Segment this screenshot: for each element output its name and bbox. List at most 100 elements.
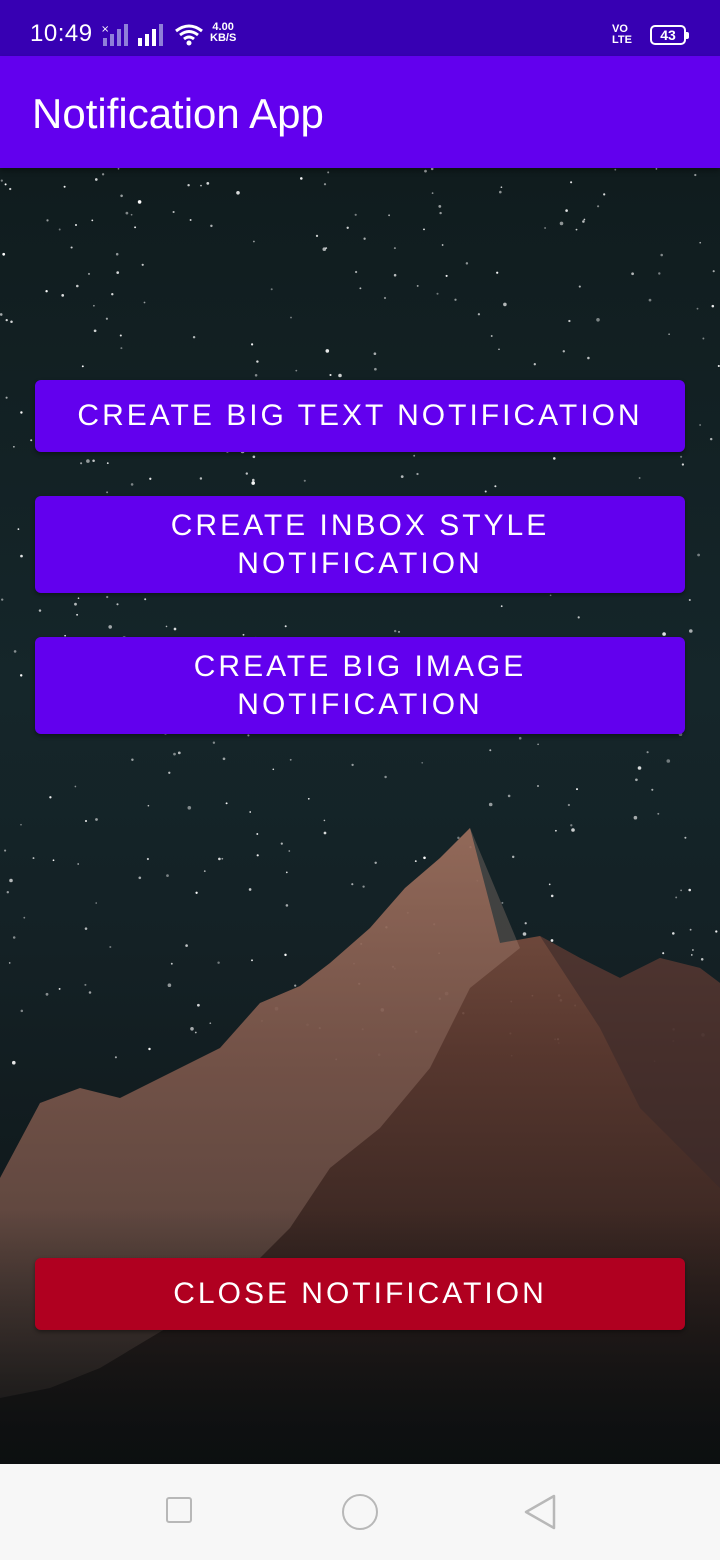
star bbox=[374, 861, 377, 865]
create-big-text-notification-button[interactable]: CREATE BIG TEXT NOTIFICATION bbox=[35, 380, 685, 452]
star bbox=[203, 870, 206, 872]
star bbox=[666, 759, 671, 763]
star bbox=[374, 367, 377, 371]
star bbox=[120, 194, 123, 198]
star bbox=[86, 459, 90, 463]
star bbox=[323, 831, 327, 835]
star bbox=[359, 287, 362, 290]
star bbox=[116, 603, 119, 606]
star bbox=[58, 228, 61, 231]
star bbox=[338, 373, 342, 378]
star bbox=[32, 857, 35, 860]
star bbox=[651, 788, 654, 791]
star bbox=[94, 178, 98, 181]
star bbox=[548, 883, 551, 886]
star bbox=[465, 262, 469, 265]
star bbox=[108, 625, 112, 629]
star bbox=[327, 171, 330, 174]
star bbox=[106, 462, 109, 464]
star bbox=[383, 296, 387, 300]
star bbox=[19, 674, 23, 677]
star bbox=[49, 796, 52, 799]
star bbox=[699, 424, 701, 426]
star bbox=[106, 595, 109, 599]
create-big-image-notification-button[interactable]: CREATE BIG IMAGE NOTIFICATION bbox=[35, 637, 685, 734]
star bbox=[570, 181, 573, 184]
star bbox=[373, 352, 377, 356]
star bbox=[307, 797, 310, 800]
star bbox=[252, 478, 255, 482]
star bbox=[490, 335, 493, 337]
phone-screen: 10:49 × 4.00 KB/S VO LTE 43 Notification… bbox=[0, 0, 720, 1560]
star bbox=[6, 891, 9, 894]
star bbox=[5, 318, 8, 322]
star bbox=[138, 876, 142, 880]
star bbox=[217, 961, 220, 964]
star bbox=[38, 609, 42, 612]
star bbox=[445, 274, 448, 277]
star bbox=[638, 477, 641, 479]
star bbox=[130, 483, 134, 486]
star bbox=[660, 253, 663, 257]
create-inbox-style-notification-button[interactable]: CREATE INBOX STYLE NOTIFICATION bbox=[35, 496, 685, 593]
star bbox=[394, 629, 397, 633]
star bbox=[709, 437, 713, 441]
star bbox=[195, 891, 198, 894]
star bbox=[247, 734, 250, 737]
star bbox=[17, 528, 20, 530]
star bbox=[680, 889, 682, 892]
star bbox=[8, 962, 11, 964]
star bbox=[354, 213, 357, 216]
star bbox=[20, 554, 23, 558]
star bbox=[117, 168, 120, 170]
star bbox=[209, 1022, 212, 1025]
star bbox=[568, 319, 571, 323]
app-bar: Notification App bbox=[0, 56, 720, 168]
star bbox=[280, 842, 283, 845]
star bbox=[524, 922, 527, 925]
star bbox=[4, 849, 7, 852]
star bbox=[134, 226, 137, 229]
star bbox=[20, 823, 22, 826]
star bbox=[206, 182, 210, 185]
star bbox=[105, 317, 108, 320]
star bbox=[559, 221, 564, 226]
star bbox=[533, 363, 536, 366]
star bbox=[95, 818, 98, 821]
star bbox=[421, 761, 424, 764]
star bbox=[20, 1009, 24, 1013]
close-notification-button[interactable]: CLOSE NOTIFICATION bbox=[35, 1258, 685, 1330]
star bbox=[92, 459, 95, 463]
star bbox=[668, 333, 670, 336]
volte-bottom: LTE bbox=[612, 34, 632, 46]
recents-square-icon[interactable] bbox=[166, 1497, 192, 1523]
star bbox=[488, 802, 493, 807]
star bbox=[61, 294, 65, 297]
battery-level: 43 bbox=[660, 27, 676, 43]
star bbox=[173, 752, 176, 756]
back-triangle-icon[interactable] bbox=[522, 1492, 558, 1532]
star bbox=[253, 240, 255, 243]
star bbox=[46, 219, 49, 222]
star bbox=[251, 959, 253, 962]
star bbox=[323, 183, 327, 186]
star bbox=[694, 173, 697, 177]
star bbox=[242, 633, 245, 636]
star bbox=[553, 457, 556, 460]
star bbox=[522, 932, 527, 936]
star bbox=[633, 815, 638, 820]
star bbox=[518, 736, 522, 740]
star bbox=[114, 1056, 117, 1059]
star bbox=[256, 360, 259, 363]
star bbox=[177, 751, 181, 755]
star bbox=[684, 836, 687, 839]
star bbox=[430, 168, 434, 171]
star bbox=[691, 949, 694, 951]
network-speed: 4.00 KB/S bbox=[210, 22, 236, 44]
home-circle-icon[interactable] bbox=[342, 1494, 378, 1530]
star bbox=[13, 650, 17, 653]
star bbox=[88, 991, 92, 994]
star bbox=[10, 320, 13, 324]
star bbox=[168, 771, 171, 774]
star bbox=[245, 472, 248, 475]
